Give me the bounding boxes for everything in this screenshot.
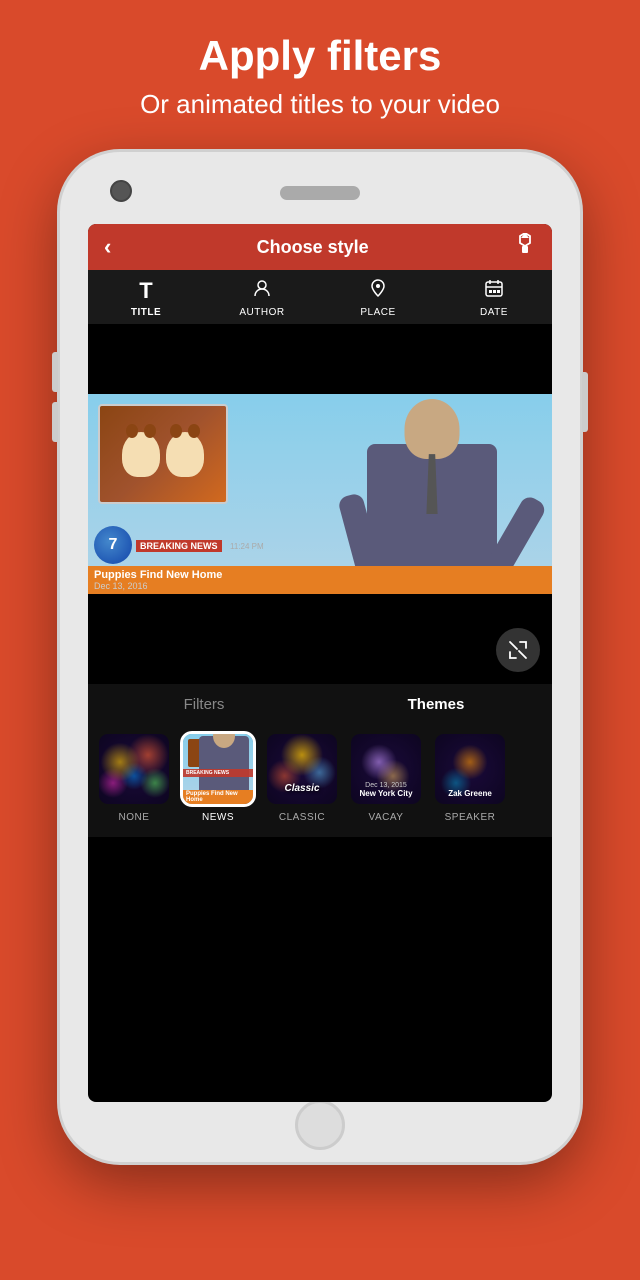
filter-vacay[interactable]: Dec 13, 2015 New York City VACAY (348, 731, 424, 823)
expand-button[interactable] (496, 628, 540, 672)
camera (110, 180, 132, 202)
promo-header: Apply filters Or animated titles to your… (120, 0, 520, 142)
filter-classic-label: CLASSIC (279, 812, 325, 823)
title-icon: T (139, 278, 152, 304)
phone-mockup: ‹ Choose style T TITLE (60, 152, 580, 1162)
news-date: Dec 13, 2016 (94, 581, 546, 591)
filter-vacay-label: VACAY (369, 812, 404, 823)
video-preview: 7 BREAKING NEWS 11:24 PM Puppies Find Ne… (88, 394, 552, 594)
filter-classic-thumbnail: Classic (264, 731, 340, 807)
filter-news-label: NEWS (202, 812, 234, 823)
tab-author[interactable]: AUTHOR (204, 278, 320, 318)
vacay-location-text: New York City (351, 789, 421, 798)
filter-strip: NONE (88, 721, 552, 837)
vol-up-button (52, 352, 58, 392)
tab-date[interactable]: DATE (436, 278, 552, 318)
channel-badge: 7 (94, 526, 132, 564)
screen-title: Choose style (257, 237, 369, 258)
tab-place-label: PLACE (360, 307, 395, 318)
phone-screen: ‹ Choose style T TITLE (88, 224, 552, 1102)
puppy-2 (166, 432, 204, 477)
filter-news-thumbnail: BREAKING NEWS Puppies Find New Home (180, 731, 256, 807)
phone-shell: ‹ Choose style T TITLE (60, 152, 580, 1162)
back-button[interactable]: ‹ (104, 234, 111, 260)
spacer-top (88, 324, 552, 394)
themes-tab[interactable]: Themes (320, 692, 552, 717)
author-icon (252, 278, 272, 304)
vacay-date-text: Dec 13, 2015 (351, 782, 421, 789)
tab-date-label: DATE (480, 307, 508, 318)
spacer-bottom (88, 594, 552, 684)
news-scene: 7 BREAKING NEWS 11:24 PM Puppies Find Ne… (88, 394, 552, 594)
news-time: 11:24 PM (230, 542, 264, 551)
promo-title: Apply filters (140, 32, 500, 80)
metadata-tab-bar: T TITLE AUTHOR (88, 270, 552, 324)
breaking-news-label: BREAKING NEWS (136, 540, 222, 552)
filter-none[interactable]: NONE (96, 731, 172, 823)
power-button (582, 372, 588, 432)
filter-news[interactable]: BREAKING NEWS Puppies Find New Home NEWS (180, 731, 256, 823)
tab-place[interactable]: PLACE (320, 278, 436, 318)
filter-theme-tabs: Filters Themes (88, 684, 552, 721)
filter-none-thumbnail (96, 731, 172, 807)
filter-speaker[interactable]: Zak Greene SPEAKER (432, 731, 508, 823)
vol-down-button (52, 402, 58, 442)
tab-title-label: TITLE (131, 307, 161, 318)
news-ticker: 7 BREAKING NEWS 11:24 PM Puppies Find Ne… (88, 524, 552, 594)
filters-tab[interactable]: Filters (88, 692, 320, 717)
filter-vacay-thumbnail: Dec 13, 2015 New York City (348, 731, 424, 807)
promo-subtitle: Or animated titles to your video (140, 88, 500, 122)
filter-classic[interactable]: Classic CLASSIC (264, 731, 340, 823)
share-button[interactable] (514, 233, 536, 261)
puppy-1 (122, 432, 160, 477)
speaker-grill (280, 186, 360, 200)
filter-speaker-thumbnail: Zak Greene (432, 731, 508, 807)
place-icon (368, 278, 388, 304)
home-button[interactable] (295, 1100, 345, 1150)
app-header: ‹ Choose style (88, 224, 552, 270)
date-icon (484, 278, 504, 304)
puppies-inset (98, 404, 228, 504)
speaker-name-text: Zak Greene (435, 789, 505, 798)
filter-none-label: NONE (119, 812, 150, 823)
filter-speaker-label: SPEAKER (445, 812, 496, 823)
news-headline: Puppies Find New Home (94, 569, 546, 581)
tab-author-label: AUTHOR (239, 307, 284, 318)
tab-title[interactable]: T TITLE (88, 278, 204, 318)
